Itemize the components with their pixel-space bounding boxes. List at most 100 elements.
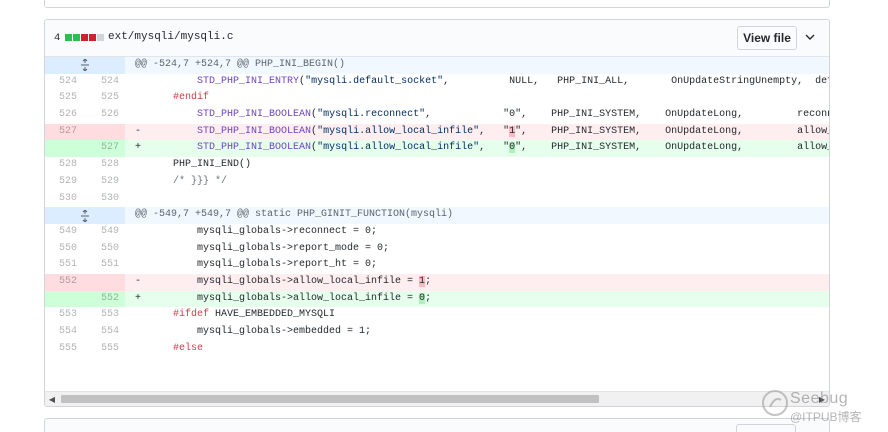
unfold-icon[interactable] [45, 57, 125, 74]
chevron-down-icon[interactable] [802, 29, 818, 45]
new-line-number[interactable]: 551 [81, 257, 125, 274]
code-line: mysqli_globals->report_ht = 0; [125, 257, 829, 274]
watermark-subtitle: @ITPUB博客 [790, 410, 862, 424]
code-line: #ifdef HAVE_EMBEDDED_MYSQLI [125, 307, 829, 324]
code-text: mysqli_globals->report_mode = 0; [149, 242, 390, 254]
new-line-number[interactable]: 527 [81, 140, 125, 158]
scrollbar-thumb[interactable] [61, 395, 599, 403]
code-line: - mysqli_globals->allow_local_infile = 1… [125, 273, 829, 291]
new-line-number[interactable]: 528 [81, 157, 125, 174]
old-line-number[interactable]: 551 [45, 257, 81, 274]
new-line-number[interactable]: 553 [81, 307, 125, 324]
hunk-header-row: @@ -524,7 +524,7 @@ PHP_INI_BEGIN() [45, 57, 829, 74]
diff-sign [135, 174, 149, 191]
code-line: mysqli_globals->embedded = 1; [125, 324, 829, 341]
changes-count: 4 [54, 32, 61, 44]
old-line-number[interactable] [45, 290, 81, 308]
context-line: 530 530 [45, 191, 829, 208]
old-line-number[interactable]: 553 [45, 307, 81, 324]
context-line: 553 553 #ifdef HAVE_EMBEDDED_MYSQLI [45, 307, 829, 324]
new-line-number[interactable]: 530 [81, 191, 125, 208]
diff-sign [135, 224, 149, 241]
code-line: + mysqli_globals->allow_local_infile = 0… [125, 290, 829, 308]
deleted-line: 552 - mysqli_globals->allow_local_infile … [45, 273, 829, 291]
context-line: 525 525 #endif [45, 90, 829, 107]
code-text: mysqli_globals->reconnect = 0; [149, 225, 378, 237]
unfold-icon[interactable] [45, 207, 125, 224]
code-line: STD_PHP_INI_BOOLEAN("mysqli.reconnect", … [125, 107, 829, 124]
diff-sign [135, 90, 149, 107]
context-line: 526 526 STD_PHP_INI_BOOLEAN("mysqli.recon… [45, 107, 829, 124]
old-line-number[interactable]: 524 [45, 74, 81, 91]
diffstat-neutral-block [97, 34, 104, 41]
code-text: PHP_INI_END() [149, 159, 252, 171]
new-line-number[interactable]: 529 [81, 174, 125, 191]
code-text: #endif [173, 92, 210, 104]
diff-sign [135, 107, 149, 124]
horizontal-scrollbar[interactable]: ◀ ▶ [45, 391, 829, 406]
new-line-number[interactable]: 524 [81, 74, 125, 91]
view-file-button[interactable]: View file [737, 26, 797, 50]
old-line-number[interactable]: 525 [45, 90, 81, 107]
context-line: 551 551 mysqli_globals->report_ht = 0; [45, 257, 829, 274]
hunk-header: @@ -549,7 +549,7 @@ static PHP_GINIT_FUN… [125, 207, 829, 224]
new-line-number[interactable] [81, 123, 125, 141]
new-line-number[interactable]: 555 [81, 341, 125, 358]
code-text: STD_PHP_INI_BOOLEAN("mysqli.allow_local_… [197, 142, 829, 154]
code-line: mysqli_globals->reconnect = 0; [125, 224, 829, 241]
diffstat-add-block [65, 34, 72, 41]
diff-sign [135, 191, 149, 208]
context-line: 549 549 mysqli_globals->reconnect = 0; [45, 224, 829, 241]
new-line-number[interactable]: 550 [81, 241, 125, 258]
code-text: #ifdef HAVE_EMBEDDED_MYSQLI [173, 309, 336, 321]
code-text: mysqli_globals->allow_local_infile = 1; [149, 275, 432, 287]
new-line-number[interactable]: 549 [81, 224, 125, 241]
context-line: 555 555 #else [45, 341, 829, 358]
new-line-number[interactable]: 554 [81, 324, 125, 341]
diff-sign [135, 157, 149, 174]
previous-file-panel [44, 0, 830, 8]
code-text: mysqli_globals->embedded = 1; [149, 326, 372, 337]
code-text: mysqli_globals->report_ht = 0; [149, 259, 378, 271]
file-path-link[interactable]: ext/mysqli/mysqli.c [108, 31, 233, 43]
code-text: STD_PHP_INI_ENTRY("mysqli.default_socket… [197, 75, 829, 87]
hunk-header: @@ -524,7 +524,7 @@ PHP_INI_BEGIN() [125, 57, 829, 74]
diffstat-delete-block [89, 34, 96, 41]
old-line-number[interactable]: 555 [45, 341, 81, 358]
diff-sign: + [135, 142, 142, 154]
new-line-number[interactable] [81, 273, 125, 291]
triangle-left-icon[interactable]: ◀ [45, 392, 59, 406]
new-line-number[interactable]: 525 [81, 90, 125, 107]
code-line: + STD_PHP_INI_BOOLEAN("mysqli.allow_loca… [125, 140, 829, 158]
old-line-number[interactable]: 530 [45, 191, 81, 208]
watermark: Seebug @ITPUB博客 [760, 388, 888, 432]
diff-sign [135, 257, 149, 274]
file-diff: 4 ext/mysqli/mysqli.c View file @@ -524,… [44, 19, 830, 407]
old-line-number[interactable]: 526 [45, 107, 81, 124]
code-line: /* }}} */ [125, 174, 829, 191]
deleted-line: 527 - STD_PHP_INI_BOOLEAN("mysqli.allow_l… [45, 123, 829, 141]
old-line-number[interactable]: 552 [45, 273, 81, 291]
code-line: #else [125, 341, 829, 358]
diffstat-delete-block [81, 34, 88, 41]
diff-sign [135, 307, 149, 324]
watermark-title: Seebug [790, 390, 849, 407]
watermark-logo [762, 390, 788, 416]
old-line-number[interactable]: 550 [45, 241, 81, 258]
old-line-number[interactable]: 527 [45, 123, 81, 141]
old-line-number[interactable]: 554 [45, 324, 81, 341]
diff-table: @@ -524,7 +524,7 @@ PHP_INI_BEGIN() 524 52… [45, 57, 829, 391]
old-line-number[interactable]: 549 [45, 224, 81, 241]
context-line: 554 554 mysqli_globals->embedded = 1; [45, 324, 829, 341]
code-text: /* }}} */ [173, 175, 228, 187]
old-line-number[interactable]: 529 [45, 174, 81, 191]
diff-sign [135, 241, 149, 258]
context-line: 524 524 STD_PHP_INI_ENTRY("mysqli.default… [45, 74, 829, 91]
old-line-number[interactable]: 528 [45, 157, 81, 174]
next-file-panel [44, 418, 830, 432]
new-line-number[interactable]: 552 [81, 290, 125, 308]
code-line: PHP_INI_END() [125, 157, 829, 174]
old-line-number[interactable] [45, 140, 81, 158]
code-text: mysqli_globals->allow_local_infile = 0; [149, 292, 432, 304]
new-line-number[interactable]: 526 [81, 107, 125, 124]
